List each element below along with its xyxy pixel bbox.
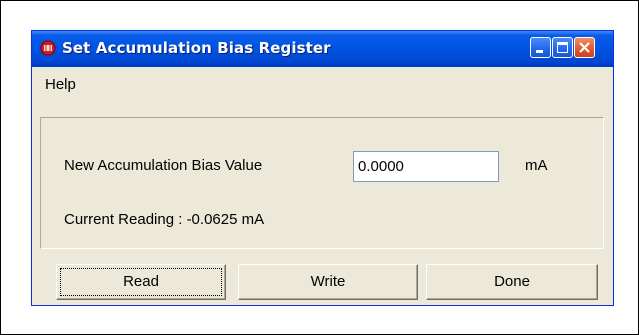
maximize-icon xyxy=(557,42,568,53)
red-chip-icon xyxy=(40,40,56,56)
minimize-icon xyxy=(536,50,543,53)
maximize-button[interactable] xyxy=(552,37,573,58)
close-icon xyxy=(579,42,590,53)
title-bar[interactable]: Set Accumulation Bias Register xyxy=(32,31,613,67)
read-button[interactable]: Read xyxy=(56,264,226,300)
bias-value-input[interactable]: 0.0000 xyxy=(353,151,499,182)
window-title: Set Accumulation Bias Register xyxy=(62,39,331,57)
menu-bar: Help xyxy=(32,67,613,101)
close-button[interactable] xyxy=(574,37,595,58)
settings-panel xyxy=(40,117,604,249)
bias-value-label: New Accumulation Bias Value xyxy=(64,157,263,174)
done-button-label: Done xyxy=(494,273,530,290)
write-button-label: Write xyxy=(310,273,346,290)
current-reading: Current Reading : -0.0625 mA xyxy=(64,211,265,228)
minimize-button[interactable] xyxy=(530,37,551,58)
done-button[interactable]: Done xyxy=(426,264,598,300)
menu-help[interactable]: Help xyxy=(42,75,79,94)
dialog-window: Set Accumulation Bias Register Help New … xyxy=(31,30,614,306)
focus-rectangle xyxy=(60,268,222,296)
write-button[interactable]: Write xyxy=(238,264,418,300)
unit-label: mA xyxy=(525,157,548,174)
